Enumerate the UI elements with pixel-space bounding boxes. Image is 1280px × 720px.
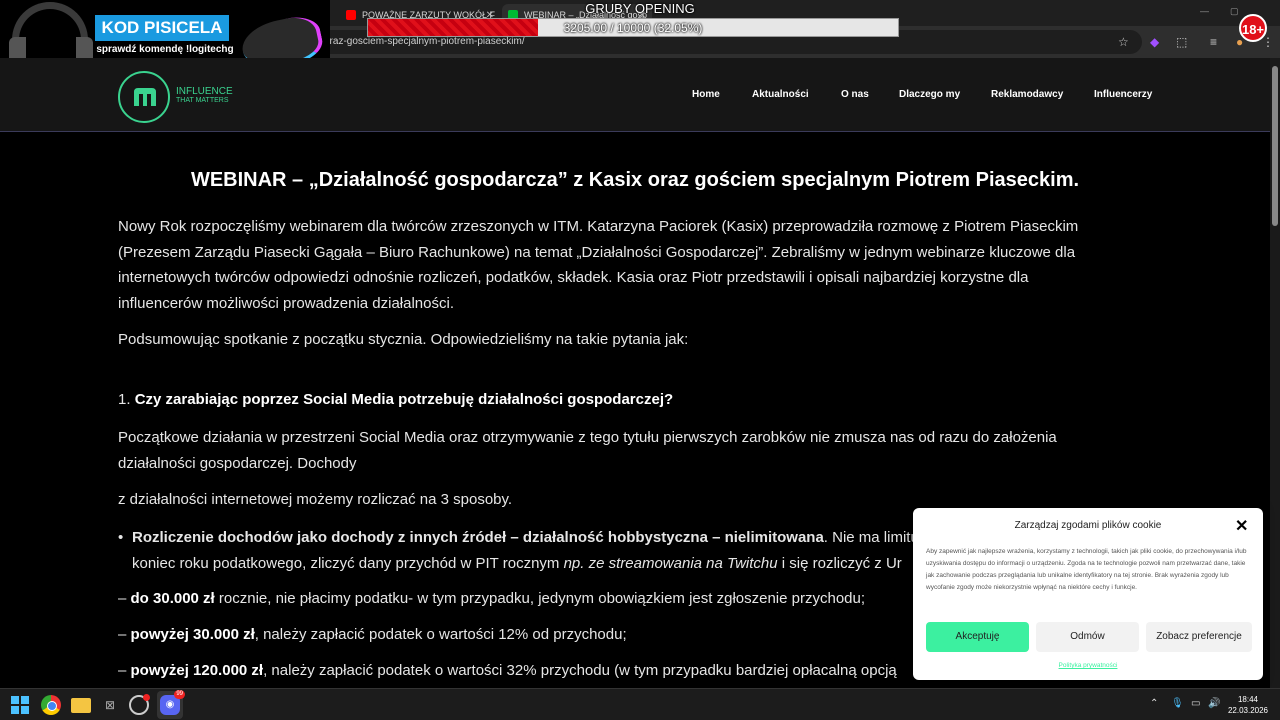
- notification-badge: 99: [174, 690, 185, 699]
- close-icon[interactable]: ✕: [1235, 516, 1248, 536]
- tax-threshold: powyżej 120.000 zł: [130, 662, 264, 679]
- cookie-body: Aby zapewnić jak najlepsze wrażenia, kor…: [926, 548, 1247, 591]
- promo-subtitle: sprawdź komendę !logitechg: [96, 44, 234, 55]
- bullet-text-3: i się rozliczyć z Ur: [777, 554, 902, 572]
- question-1: 1. Czy zarabiając poprzez Social Media p…: [118, 391, 673, 408]
- logo-text: INFLUENCE: [176, 86, 233, 97]
- preferences-button[interactable]: Zobacz preferencje: [1146, 622, 1252, 652]
- nav-news[interactable]: Aktualności: [752, 89, 809, 100]
- obs-icon[interactable]: [129, 694, 150, 715]
- tax-text: , należy zapłacić podatek o wartości 32%…: [263, 662, 897, 679]
- stream-title: GRUBY OPENING: [585, 1, 695, 16]
- promo-code: KOD PISICELA: [95, 15, 229, 41]
- bullet-text-2: koniec roku podatkowego, zliczyć dany pr…: [132, 554, 564, 572]
- scroll-thumb[interactable]: [1272, 66, 1278, 226]
- time: 18:44: [1237, 695, 1259, 704]
- logo[interactable]: [118, 71, 170, 123]
- nav-why-us[interactable]: Dlaczego my: [899, 89, 960, 100]
- minimize-icon[interactable]: —: [1200, 6, 1209, 16]
- nav-about[interactable]: O nas: [841, 89, 869, 100]
- windows-start-icon[interactable]: [10, 695, 30, 715]
- donation-goal-bar: 3205.00 / 10000 (32.05%): [367, 18, 899, 37]
- extension-icon[interactable]: ◆: [1150, 35, 1159, 49]
- cookie-title: Zarządzaj zgodami plików cookie: [1014, 520, 1162, 531]
- intro-paragraph: Nowy Rok rozpoczęliśmy webinarem dla twó…: [118, 218, 1079, 312]
- dash: –: [118, 662, 131, 679]
- maximize-icon[interactable]: ▢: [1230, 6, 1239, 17]
- tax-threshold: do 30.000 zł: [130, 590, 215, 607]
- chrome-icon[interactable]: [41, 695, 61, 715]
- puzzle-icon[interactable]: ⬚: [1176, 35, 1187, 49]
- star-icon[interactable]: ☆: [1118, 35, 1129, 49]
- youtube-icon: [346, 10, 356, 20]
- xbox-icon[interactable]: ⊠: [100, 695, 120, 715]
- article-title: WEBINAR – „Działalność gospodarcza” z Ka…: [190, 169, 1080, 191]
- media-icon[interactable]: ≡: [1210, 35, 1217, 49]
- bullet-bold: Rozliczenie dochodów jako dochody z inny…: [132, 529, 824, 546]
- taskbar: ⊠ ◉ 99 ⌃ 🎙 ▭ 🔊 18:44 22.03.2026: [0, 688, 1280, 720]
- dash: –: [118, 626, 131, 643]
- dash: –: [118, 590, 131, 607]
- clock[interactable]: 18:44 22.03.2026: [1226, 694, 1270, 716]
- chevron-up-icon[interactable]: ⌃: [1150, 698, 1158, 709]
- answer-paragraph: Początkowe działania w przestrzeni Socia…: [118, 429, 1057, 472]
- nav-home[interactable]: Home: [692, 89, 720, 100]
- folder-icon[interactable]: [71, 698, 91, 713]
- microphone-icon[interactable]: 🎙: [1171, 698, 1184, 709]
- cookie-consent-dialog: Zarządzaj zgodami plików cookie ✕ Aby za…: [913, 508, 1263, 680]
- bullet-example: np. ze streamowania na Twitchu: [563, 554, 778, 572]
- network-icon[interactable]: ▭: [1191, 698, 1200, 709]
- deny-button[interactable]: Odmów: [1036, 622, 1139, 652]
- tax-text: , należy zapłacić podatek o wartości 12%…: [254, 626, 627, 643]
- logo-mark-icon: [134, 88, 156, 106]
- menu-icon[interactable]: ⋮: [1262, 35, 1274, 49]
- question-number: 1.: [118, 391, 131, 408]
- nav-influencers[interactable]: Influencerzy: [1094, 89, 1152, 100]
- headset-image: [9, 2, 93, 66]
- accept-button[interactable]: Akceptuję: [926, 622, 1029, 652]
- date: 22.03.2026: [1227, 706, 1269, 715]
- discord-icon[interactable]: ◉ 99: [160, 690, 185, 715]
- question-text: Czy zarabiając poprzez Social Media potr…: [134, 391, 674, 408]
- nav-advertisers[interactable]: Reklamodawcy: [991, 89, 1063, 100]
- privacy-policy-link[interactable]: Polityka prywatności: [913, 662, 1263, 669]
- summary-paragraph: Podsumowując spotkanie z początku styczn…: [118, 331, 689, 348]
- goal-text: 3205.00 / 10000 (32.05%): [563, 21, 703, 35]
- page-scrollbar[interactable]: [1270, 58, 1280, 688]
- logo-tagline: THAT MATTERS: [176, 97, 229, 104]
- volume-icon[interactable]: 🔊: [1208, 698, 1220, 709]
- age-badge: 18+: [1239, 14, 1267, 42]
- tax-text: rocznie, nie płacimy podatku- w tym przy…: [214, 590, 866, 607]
- tax-threshold: powyżej 30.000 zł: [130, 626, 255, 643]
- site-header: INFLUENCE THAT MATTERS Home Aktualności …: [0, 58, 1270, 132]
